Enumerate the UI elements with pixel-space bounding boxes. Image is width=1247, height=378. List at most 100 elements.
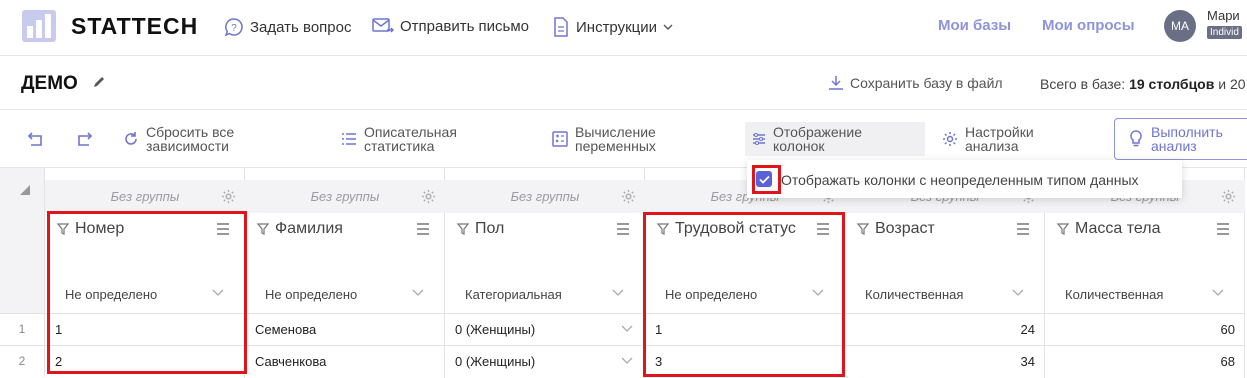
my-surveys-link[interactable]: Мои опросы — [1042, 17, 1135, 34]
db-info-suffix: и 20 — [1214, 76, 1246, 92]
save-file-button[interactable]: Сохранить базу в файл — [828, 75, 1003, 91]
corner-triangle-icon — [20, 185, 30, 195]
hamburger-menu-icon[interactable] — [1216, 223, 1230, 235]
gear-icon[interactable] — [621, 189, 636, 204]
cell-value: 68 — [1220, 354, 1235, 369]
cell-value: Савченкова — [255, 354, 327, 369]
db-info-prefix: Всего в базе: — [1040, 76, 1130, 92]
chevron-down-icon — [663, 24, 673, 30]
avatar[interactable]: МА — [1164, 10, 1196, 42]
nomer-column-highlight-box — [47, 211, 247, 374]
my-bases-link[interactable]: Мои базы — [938, 17, 1011, 34]
gear-icon — [943, 132, 957, 146]
column-type-select[interactable]: Категориальная — [465, 287, 562, 302]
compute-variables-button[interactable]: Вычисление переменных — [552, 125, 705, 153]
row-number[interactable]: 1 — [0, 313, 45, 345]
redo-icon[interactable] — [76, 132, 92, 146]
page-title: ДЕМО — [21, 73, 78, 94]
lightbulb-icon — [1130, 130, 1142, 147]
table-cell[interactable]: Семенова — [245, 313, 445, 345]
table-cell[interactable]: 0 (Женщины) — [445, 345, 645, 377]
chevron-down-icon[interactable] — [621, 325, 633, 333]
settings-label-1: Настройки — [965, 124, 1034, 140]
column-name-label: Пол — [475, 220, 505, 237]
table-cell[interactable]: 68 — [1045, 345, 1245, 377]
show-undefined-columns-label[interactable]: Отображать колонки с неопределенным типо… — [781, 172, 1139, 188]
grid-column: Без группы Фамилия Не определено Семенова Са… — [245, 168, 445, 378]
column-name[interactable]: Масса тела — [1057, 220, 1161, 238]
cell-value: Семенова — [255, 322, 317, 337]
table-cell[interactable]: 34 — [845, 345, 1045, 377]
chat-question-icon: ? — [224, 18, 243, 37]
chevron-down-icon[interactable] — [612, 289, 624, 297]
cell-value: 34 — [1020, 354, 1035, 369]
cell-value: 24 — [1020, 322, 1035, 337]
grid-column: Без группыВозрастКоличественная2434 — [845, 168, 1045, 378]
pencil-edit-icon[interactable] — [92, 75, 106, 89]
envelope-send-icon — [372, 18, 394, 33]
brand-name[interactable]: STATTECH — [71, 13, 198, 40]
table-cell[interactable]: 0 (Женщины) — [445, 313, 645, 345]
table-cell[interactable]: 60 — [1045, 313, 1245, 345]
column-name-label: Возраст — [875, 220, 935, 237]
grid-column: Без группы Пол Категориальная 0 (Женщины) 0 … — [445, 168, 645, 378]
column-name[interactable]: Пол — [457, 220, 504, 238]
analysis-settings-button[interactable]: Настройки анализа — [942, 125, 1095, 153]
column-group-label: Без группы — [110, 189, 180, 204]
save-file-label: Сохранить базу в файл — [850, 75, 1003, 91]
column-type-select[interactable]: Количественная — [865, 287, 963, 302]
gear-icon[interactable] — [221, 189, 236, 204]
undo-icon[interactable] — [28, 132, 44, 146]
hamburger-menu-icon[interactable] — [416, 223, 430, 235]
column-group-label: Без группы — [510, 189, 580, 204]
db-info-cols: 19 столбцов — [1129, 76, 1215, 92]
settings-label-2: анализа — [965, 138, 1019, 154]
column-name[interactable]: Возраст — [857, 220, 935, 238]
table-cell[interactable]: Савченкова — [245, 345, 445, 377]
column-name-label: Фамилия — [275, 220, 343, 237]
stattech-logo-icon — [22, 10, 56, 42]
grid-corner[interactable] — [0, 168, 45, 313]
table-cell[interactable]: 24 — [845, 313, 1045, 345]
db-info: Всего в базе: 19 столбцов и 20 — [1040, 76, 1246, 92]
columns-display-popup: Отображать колонки с неопределенным типо… — [747, 160, 1182, 198]
column-name[interactable]: Фамилия — [257, 220, 343, 238]
ask-question-label: Задать вопрос — [250, 18, 352, 36]
filter-icon[interactable] — [257, 223, 269, 235]
columns-display-button[interactable]: Отображение колонок — [745, 122, 925, 156]
run-label-2: анализ — [1151, 138, 1197, 154]
run-analysis-button[interactable]: Выполнить анализ — [1114, 118, 1247, 160]
filter-icon[interactable] — [457, 223, 469, 235]
chevron-down-icon[interactable] — [412, 289, 424, 297]
descriptive-label-2: статистика — [364, 138, 435, 154]
columns-display-label-1: Отображение — [773, 124, 863, 140]
chevron-down-icon[interactable] — [1012, 289, 1024, 297]
hamburger-menu-icon[interactable] — [1016, 223, 1030, 235]
gear-icon[interactable] — [1221, 189, 1236, 204]
column-name-label: Масса тела — [1075, 220, 1161, 237]
ask-question-link[interactable]: ? Задать вопрос — [224, 17, 351, 37]
chevron-down-icon[interactable] — [621, 357, 633, 365]
run-label-1: Выполнить — [1151, 124, 1223, 140]
chevron-down-icon[interactable] — [1212, 289, 1224, 297]
calculator-icon — [552, 131, 568, 147]
descriptive-stats-button[interactable]: Описательная статистика — [341, 125, 494, 153]
filter-icon[interactable] — [1057, 223, 1069, 235]
row-number[interactable]: 2 — [0, 345, 45, 377]
column-type-select[interactable]: Не определено — [265, 287, 357, 302]
send-letter-link[interactable]: Отправить письмо — [372, 17, 529, 35]
gear-icon[interactable] — [421, 189, 436, 204]
hamburger-menu-icon[interactable] — [616, 223, 630, 235]
filter-icon[interactable] — [857, 223, 869, 235]
reset-label-1: Сбросить все — [146, 124, 235, 140]
reset-dependencies-button[interactable]: Сбросить все зависимости — [123, 125, 276, 153]
column-group-header: Без группы — [245, 180, 445, 213]
column-type-select[interactable]: Количественная — [1065, 287, 1163, 302]
refresh-icon — [125, 132, 137, 145]
list-icon — [342, 133, 356, 145]
labor-status-column-highlight-box — [643, 212, 845, 377]
instructions-dropdown[interactable]: Инструкции — [552, 17, 673, 37]
reset-label-2: зависимости — [146, 138, 229, 154]
user-name[interactable]: Мари — [1207, 8, 1240, 23]
compute-label-2: переменных — [575, 138, 656, 154]
